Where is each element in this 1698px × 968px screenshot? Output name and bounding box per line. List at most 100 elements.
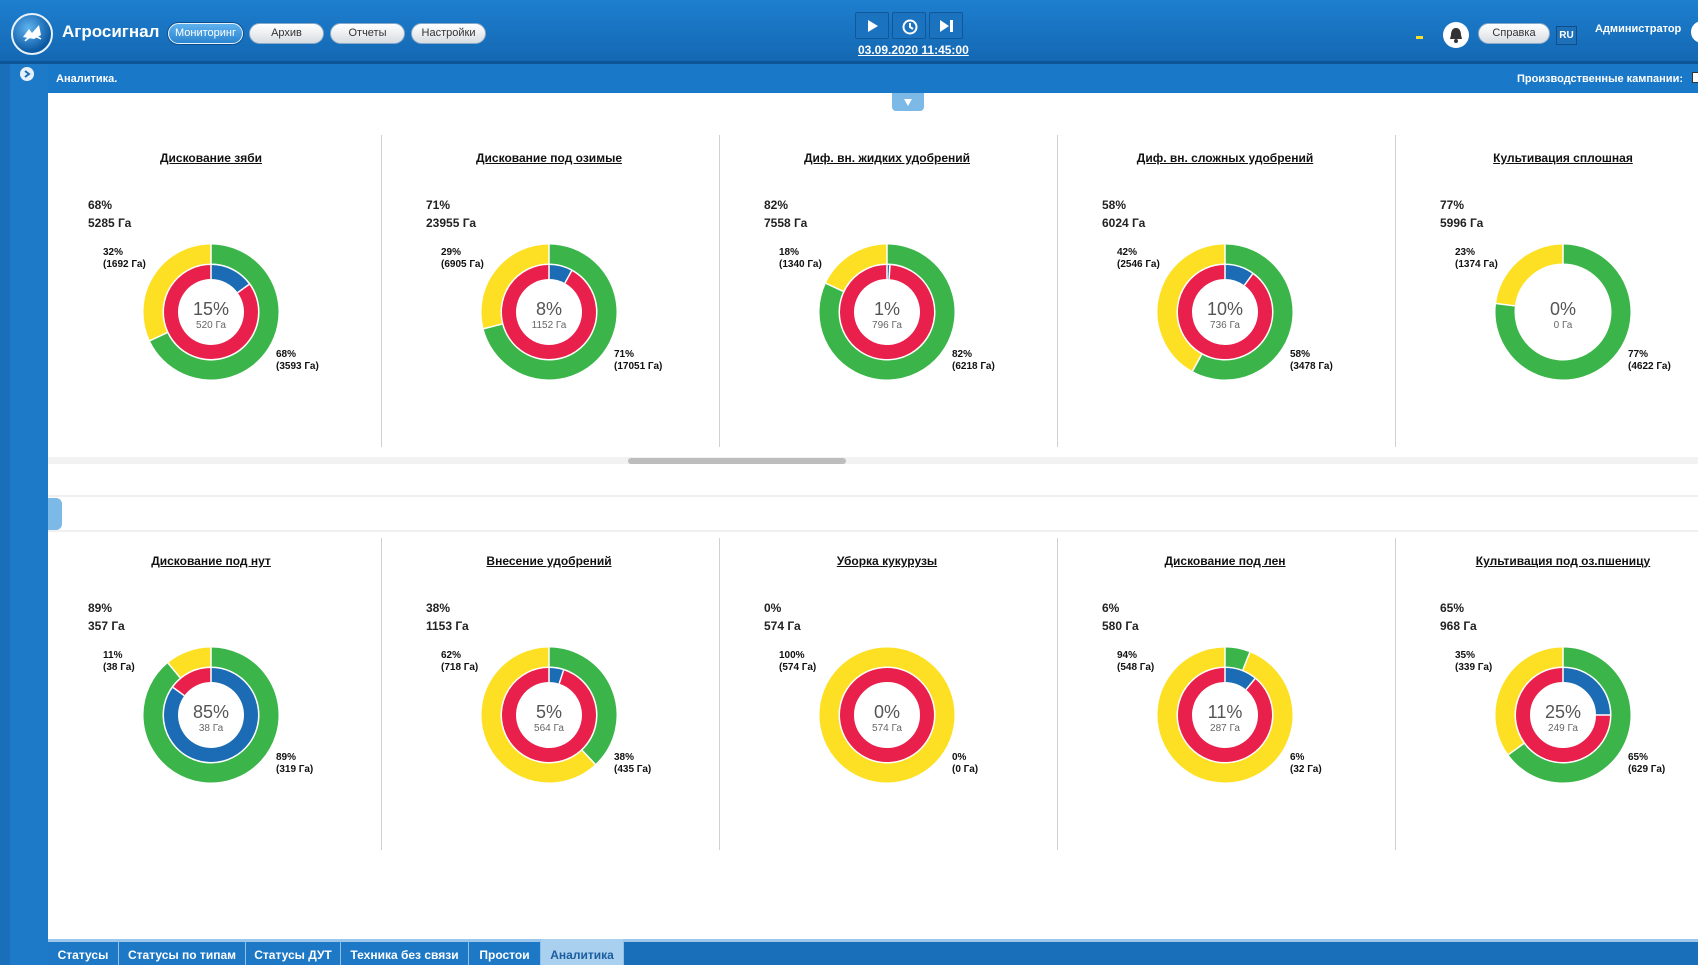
label-percent: 94% [1117,650,1137,661]
yellow-segment-label: 62%(718 Га) [441,650,478,674]
label-area: (32 Га) [1290,764,1322,775]
yellow-segment-label: 23%(1374 Га) [1455,247,1498,271]
expand-icon [23,70,31,78]
notifications-button[interactable] [1443,22,1469,48]
label-percent: 62% [441,650,461,661]
yellow-segment-label: 29%(6905 Га) [441,247,484,271]
tab-statuses[interactable]: Статусы [48,939,119,965]
donut-chart[interactable]: 0%574 Га [727,538,1065,850]
center-percent: 0% [1550,299,1576,319]
label-area: (17051 Га) [614,361,662,372]
inner-ring-segment [1225,272,1249,280]
tab-analytics[interactable]: Аналитика [541,939,624,965]
nav-reports-button[interactable]: Отчеты [330,23,405,44]
nav-monitoring-button[interactable]: Мониторинг [168,23,243,44]
divider [48,530,1698,532]
donut-chart[interactable]: 11%287 Га [1065,538,1403,850]
side-panel [10,64,48,965]
green-segment-label: 82%(6218 Га) [952,349,995,373]
expand-panel-button[interactable] [20,67,34,81]
center-percent: 0% [874,702,900,722]
collapse-down-icon [902,96,914,108]
label-area: (574 Га) [779,662,816,673]
chart-panel: Уборка кукурузы0%574 Га0%574 Га100%(574 … [727,538,1065,850]
divider [48,495,1698,497]
label-area: (38 Га) [103,662,135,673]
green-segment-label: 68%(3593 Га) [276,349,319,373]
label-area: (6905 Га) [441,259,484,270]
current-datetime-link[interactable]: 03.09.2020 11:45:00 [858,43,969,57]
label-area: (3478 Га) [1290,361,1333,372]
current-user[interactable]: Администратор [1595,23,1681,35]
label-area: (1374 Га) [1455,259,1498,270]
chart-panel: Диф. вн. жидких удобрений82%7558 Га1%796… [727,135,1065,447]
yellow-segment-label: 100%(574 Га) [779,650,816,674]
donut-chart[interactable]: 25%249 Га [1403,538,1698,850]
label-percent: 35% [1455,650,1475,661]
horizontal-scrollbar[interactable] [48,457,1698,464]
collapse-toggle-button[interactable] [892,93,924,111]
label-percent: 18% [779,247,799,258]
chart-panel: Внесение удобрений38%1153 Га5%564 Га62%(… [389,538,727,850]
label-area: (4622 Га) [1628,361,1671,372]
center-percent: 25% [1545,702,1581,722]
donut-chart[interactable]: 1%796 Га [727,135,1065,447]
tab-equipment-offline[interactable]: Техника без связи [341,939,469,965]
center-area: 574 Га [872,723,902,734]
donut-chart[interactable]: 85%38 Га [51,538,389,850]
app-title: Агросигнал [62,22,159,42]
label-percent: 0% [952,752,966,763]
skip-end-button[interactable] [929,12,963,39]
chart-panel: Дискование под лен6%580 Га11%287 Га94%(5… [1065,538,1403,850]
play-button[interactable] [855,12,889,39]
language-button[interactable]: RU [1556,26,1577,45]
donut-chart[interactable]: 15%520 Га [51,135,389,447]
chart-panel: Дискование под нут89%357 Га85%38 Га11%(3… [51,538,389,850]
green-segment-label: 89%(319 Га) [276,752,313,776]
outer-ring-segment [1505,254,1563,305]
center-percent: 1% [874,299,900,319]
label-area: (629 Га) [1628,764,1665,775]
campaigns-checkbox[interactable] [1692,72,1698,83]
history-icon [901,18,919,36]
label-area: (718 Га) [441,662,478,673]
green-segment-label: 6%(32 Га) [1290,752,1322,776]
label-percent: 65% [1628,752,1648,763]
label-area: (435 Га) [614,764,651,775]
inner-ring-segment [179,675,211,691]
label-percent: 58% [1290,349,1310,360]
nav-archive-button[interactable]: Архив [249,23,324,44]
inner-ring-segment [211,272,243,288]
bell-icon [1447,26,1465,44]
nav-settings-button[interactable]: Настройки [411,23,486,44]
donut-chart[interactable]: 5%564 Га [389,538,727,850]
chart-panel: Культивация сплошная77%5996 Га0%0 Га23%(… [1403,135,1698,447]
chart-panel: Дискование под озимые71%23955 Га8%1152 Г… [389,135,727,447]
label-percent: 42% [1117,247,1137,258]
center-area: 796 Га [872,320,902,331]
side-toggle-button[interactable] [48,498,62,530]
chart-panel: Диф. вн. сложных удобрений58%6024 Га10%7… [1065,135,1403,447]
donut-chart[interactable]: 10%736 Га [1065,135,1403,447]
label-area: (2546 Га) [1117,259,1160,270]
user-icon[interactable] [1691,21,1698,43]
tab-statuses-by-type[interactable]: Статусы по типам [119,939,246,965]
left-edge [0,64,10,965]
donut-chart[interactable]: 8%1152 Га [389,135,727,447]
help-button[interactable]: Справка [1478,23,1550,44]
center-area: 287 Га [1210,723,1240,734]
label-percent: 100% [779,650,805,661]
label-area: (548 Га) [1117,662,1154,673]
section-header: Аналитика. Производственные кампании: [48,64,1698,93]
tab-downtime[interactable]: Простои [469,939,541,965]
center-percent: 11% [1208,702,1243,722]
label-percent: 6% [1290,752,1304,763]
history-button[interactable] [892,12,926,39]
scrollbar-thumb[interactable] [628,458,846,464]
green-segment-label: 0%(0 Га) [952,752,978,776]
center-percent: 10% [1207,299,1243,319]
tab-statuses-dut[interactable]: Статусы ДУТ [246,939,341,965]
label-percent: 82% [952,349,972,360]
donut-chart[interactable]: 0%0 Га [1403,135,1698,447]
label-area: (6218 Га) [952,361,995,372]
